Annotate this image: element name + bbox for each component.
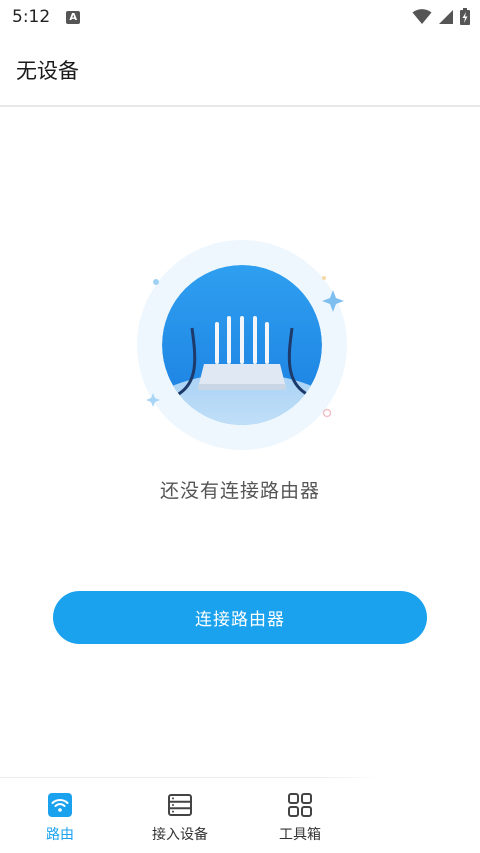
nav-label-router: 路由 bbox=[46, 827, 74, 843]
wifi-router-icon bbox=[48, 793, 72, 817]
nav-label-devices: 接入设备 bbox=[152, 827, 208, 843]
app-bar: 无设备 bbox=[0, 34, 480, 107]
nav-item-devices[interactable]: 接入设备 bbox=[120, 778, 240, 853]
status-time: 5:12 bbox=[12, 7, 51, 27]
router-illustration bbox=[137, 240, 347, 450]
grid-icon bbox=[288, 793, 312, 817]
nav-item-router[interactable]: 路由 bbox=[0, 778, 120, 853]
empty-state-message: 还没有连接路由器 bbox=[159, 480, 320, 502]
battery-charging-icon bbox=[460, 8, 470, 25]
status-icons bbox=[412, 8, 470, 25]
notification-badge: A bbox=[66, 10, 81, 24]
nav-fade-overlay bbox=[320, 777, 480, 853]
status-bar: 5:12 A bbox=[0, 0, 480, 34]
signal-icon bbox=[439, 9, 453, 24]
page-title: 无设备 bbox=[16, 58, 79, 83]
nav-label-toolbox: 工具箱 bbox=[279, 827, 321, 843]
device-list-icon bbox=[168, 794, 192, 816]
connect-router-button[interactable]: 连接路由器 bbox=[53, 591, 427, 644]
wifi-icon bbox=[412, 8, 432, 24]
